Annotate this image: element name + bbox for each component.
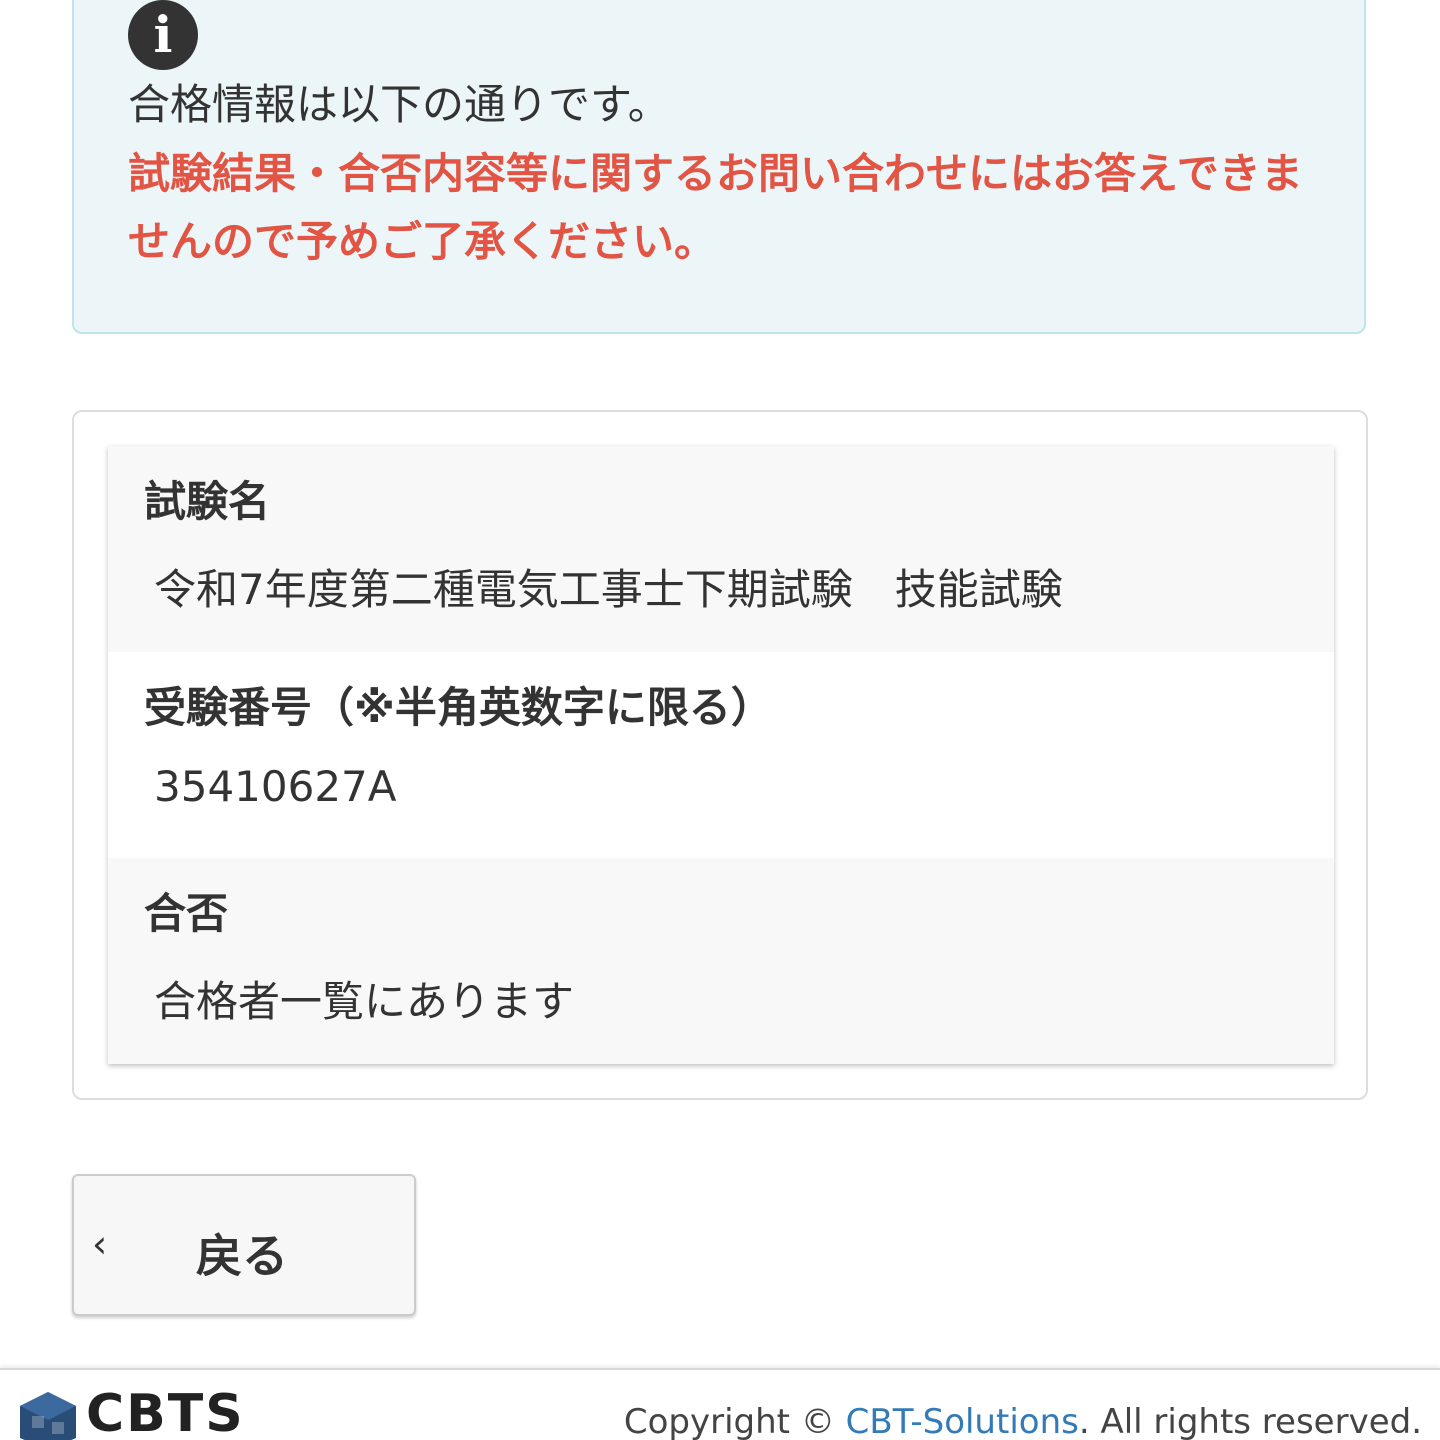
result-item-pass-fail: 合否 合格者一覧にあります: [108, 858, 1334, 1064]
result-panel: 試験名 令和7年度第二種電気工事士下期試験 技能試験 受験番号（※半角英数字に限…: [72, 410, 1368, 1100]
page: i 合格情報は以下の通りです。 試験結果・合否内容等に関するお問い合わせにはお答…: [0, 0, 1440, 1440]
back-button-label: 戻る: [196, 1229, 288, 1283]
result-list: 試験名 令和7年度第二種電気工事士下期試験 技能試験 受験番号（※半角英数字に限…: [108, 446, 1334, 1064]
alert-warning: 試験結果・合否内容等に関するお問い合わせにはお答えできませんので予めご了承くださ…: [128, 149, 1303, 266]
item-label: 受験番号（※半角英数字に限る）: [144, 683, 773, 732]
item-value: 令和7年度第二種電気工事士下期試験 技能試験: [154, 565, 1063, 614]
back-button[interactable]: ‹ 戻る: [72, 1174, 416, 1316]
copyright-prefix: Copyright ©: [623, 1402, 846, 1440]
footer: CBTS Copyright © CBT-Solutions. All righ…: [0, 1368, 1440, 1440]
cbts-logo-icon: [20, 1392, 76, 1440]
result-item-exam-name: 試験名 令和7年度第二種電気工事士下期試験 技能試験: [108, 446, 1334, 652]
item-label: 合否: [144, 889, 229, 938]
copyright-suffix: . All rights reserved.: [1078, 1402, 1422, 1440]
info-alert: i 合格情報は以下の通りです。 試験結果・合否内容等に関するお問い合わせにはお答…: [72, 0, 1366, 334]
item-value: 合格者一覧にあります: [154, 977, 575, 1026]
result-item-exam-number: 受験番号（※半角英数字に限る） 35410627A: [108, 652, 1334, 858]
chevron-left-icon: ‹: [92, 1222, 108, 1266]
copyright-link[interactable]: CBT-Solutions: [846, 1402, 1079, 1440]
info-icon: i: [128, 0, 198, 70]
logo-text: CBTS: [86, 1384, 245, 1440]
item-value: 35410627A: [154, 762, 397, 811]
copyright: Copyright © CBT-Solutions. All rights re…: [624, 1402, 1422, 1440]
alert-message: 合格情報は以下の通りです。: [128, 80, 670, 129]
item-label: 試験名: [144, 477, 271, 526]
